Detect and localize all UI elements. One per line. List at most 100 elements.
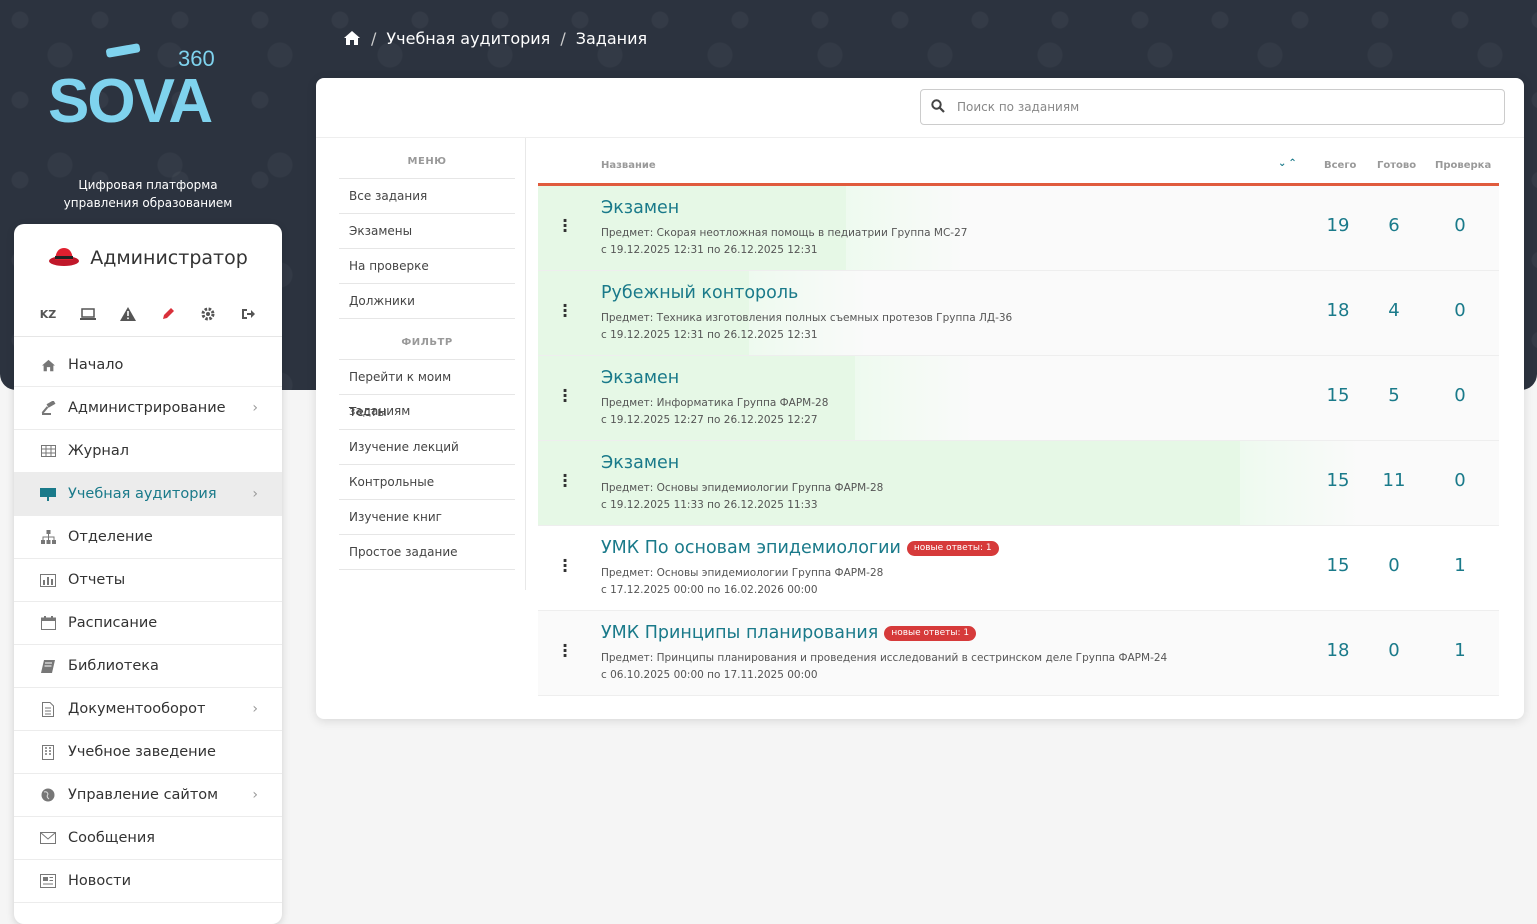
task-title-link[interactable]: Экзамен — [601, 453, 679, 473]
sidebar-item-label: Сообщения — [68, 830, 156, 846]
breadcrumb-separator: / — [371, 28, 377, 48]
globe-icon — [40, 787, 56, 803]
filter-item-lectures[interactable]: Изучение лекций — [339, 430, 515, 465]
menu-heading: МЕНЮ — [339, 138, 515, 179]
task-title: УМК По основам эпидемиологии — [601, 538, 901, 558]
sidebar-item-site-management[interactable]: Управление сайтом › — [14, 774, 282, 817]
check-count: 0 — [1454, 470, 1466, 491]
sidebar-item-label: Начало — [68, 357, 124, 373]
task-title-link[interactable]: Экзамен — [601, 198, 679, 218]
total-count: 15 — [1326, 385, 1350, 406]
header-total: Всего — [1324, 160, 1357, 171]
menu-item-exams[interactable]: Экзамены — [339, 214, 515, 249]
sidebar-item-news[interactable]: Новости — [14, 860, 282, 903]
chevron-right-icon: › — [252, 400, 258, 416]
sidebar-item-department[interactable]: Отделение — [14, 516, 282, 559]
sidebar-item-messages[interactable]: Сообщения — [14, 817, 282, 860]
task-title-link[interactable]: УМК Принципы планирования новые ответы: 1 — [601, 623, 977, 643]
document-icon — [40, 701, 56, 717]
row-menu-icon[interactable]: · · · — [562, 638, 568, 664]
sidebar-item-administration[interactable]: Администрирование › — [14, 387, 282, 430]
total-count: 19 — [1326, 215, 1350, 236]
calendar-icon — [40, 615, 56, 631]
table-row: · · · УМК Принципы планирования новые ответ… — [538, 611, 1499, 696]
sidebar-item-classroom[interactable]: Учебная аудитория › — [14, 473, 282, 516]
breadcrumb-item-classroom[interactable]: Учебная аудитория — [386, 29, 550, 48]
envelope-icon — [40, 830, 56, 846]
sova-logo[interactable]: 360 SOVA — [48, 40, 248, 135]
done-count: 11 — [1382, 470, 1406, 491]
sidebar-item-home[interactable]: Начало — [14, 344, 282, 387]
gear-icon[interactable] — [196, 302, 220, 326]
sidebar-item-documents[interactable]: Документооборот › — [14, 688, 282, 731]
sidebar-item-label: Новости — [68, 873, 132, 889]
red-hat-icon — [48, 245, 80, 272]
filter-item-tests[interactable]: Тесты — [339, 395, 515, 430]
filter-item-control[interactable]: Контрольные — [339, 465, 515, 500]
sidebar-nav: Начало Администрирование › Журнал Учебна… — [14, 344, 282, 903]
task-title-link[interactable]: Экзамен — [601, 368, 679, 388]
card-toolbar — [316, 78, 1524, 138]
header-check: Проверка — [1435, 160, 1492, 171]
whiteboard-icon — [40, 486, 56, 502]
home-icon — [40, 357, 56, 373]
task-dates: с 17.12.2025 00:00 по 16.02.2026 00:00 — [601, 584, 818, 596]
row-menu-icon[interactable]: · · · — [562, 213, 568, 239]
newspaper-icon — [40, 873, 56, 889]
filter-item-my-tasks[interactable]: Перейти к моим заданиям — [339, 360, 515, 418]
total-count: 15 — [1326, 555, 1350, 576]
task-title-link[interactable]: УМК По основам эпидемиологии новые ответы… — [601, 538, 999, 558]
bar-chart-icon — [40, 572, 56, 588]
breadcrumb: / Учебная аудитория / Задания — [343, 26, 647, 50]
sidebar-item-label: Учебное заведение — [68, 744, 216, 760]
done-count: 0 — [1388, 640, 1400, 661]
home-icon[interactable] — [343, 30, 361, 46]
header-done: Готово — [1377, 160, 1417, 171]
search-box[interactable] — [920, 89, 1505, 125]
pencil-icon[interactable] — [156, 302, 180, 326]
menu-item-debtors[interactable]: Должники — [339, 284, 515, 319]
search-input[interactable] — [955, 99, 1479, 115]
sidebar-item-journal[interactable]: Журнал — [14, 430, 282, 473]
tagline-line-1: Цифровая платформа — [78, 178, 218, 192]
new-answers-badge: новые ответы: 1 — [884, 625, 977, 641]
task-title: Экзамен — [601, 453, 680, 473]
warning-icon[interactable] — [116, 302, 140, 326]
row-menu-icon[interactable]: · · · — [562, 298, 568, 324]
breadcrumb-item-tasks: Задания — [575, 28, 648, 48]
sort-toggle-icon[interactable]: ⌄⌃ — [1278, 158, 1299, 169]
table-row: · · · Экзамен Предмет: Скорая неотложная п… — [538, 186, 1499, 271]
laptop-icon[interactable] — [76, 302, 100, 326]
sidebar-item-institution[interactable]: Учебное заведение — [14, 731, 282, 774]
task-title-link[interactable]: Рубежный контороль — [601, 283, 798, 303]
sitemap-icon — [40, 529, 56, 545]
sidebar-item-label: Администрирование — [68, 400, 226, 416]
sidebar-item-schedule[interactable]: Расписание — [14, 602, 282, 645]
row-menu-icon[interactable]: · · · — [562, 468, 568, 494]
sidebar-item-reports[interactable]: Отчеты — [14, 559, 282, 602]
sidebar-item-label: Документооборот — [68, 701, 206, 717]
search-icon — [931, 98, 945, 117]
logout-icon[interactable] — [236, 302, 260, 326]
sidebar-item-label: Журнал — [68, 443, 130, 459]
sidebar: Администратор KZ Начало Администрировани… — [14, 224, 282, 924]
row-menu-icon[interactable]: · · · — [562, 383, 568, 409]
task-dates: с 06.10.2025 00:00 по 17.11.2025 00:00 — [601, 669, 818, 681]
menu-item-on-review[interactable]: На проверке — [339, 249, 515, 284]
filter-item-simple-task[interactable]: Простое задание — [339, 535, 515, 570]
language-switch-button[interactable]: KZ — [36, 302, 60, 326]
task-subject: Предмет: Скорая неотложная помощь в педи… — [601, 227, 968, 239]
row-menu-icon[interactable]: · · · — [562, 553, 568, 579]
user-block[interactable]: Администратор — [14, 224, 282, 292]
sidebar-item-library[interactable]: Библиотека — [14, 645, 282, 688]
book-icon — [40, 658, 56, 674]
filter-item-books[interactable]: Изучение книг — [339, 500, 515, 535]
quick-tools: KZ — [14, 292, 282, 337]
table-header: Название ⌄⌃ Всего Готово Проверка — [538, 138, 1499, 186]
done-count: 4 — [1388, 300, 1400, 321]
menu-item-all-tasks[interactable]: Все задания — [339, 179, 515, 214]
sidebar-item-label: Отделение — [68, 529, 153, 545]
task-dates: с 19.12.2025 12:31 по 26.12.2025 12:31 — [601, 329, 818, 341]
task-dates: с 19.12.2025 12:31 по 26.12.2025 12:31 — [601, 244, 818, 256]
new-answers-badge: новые ответы: 1 — [906, 540, 999, 556]
